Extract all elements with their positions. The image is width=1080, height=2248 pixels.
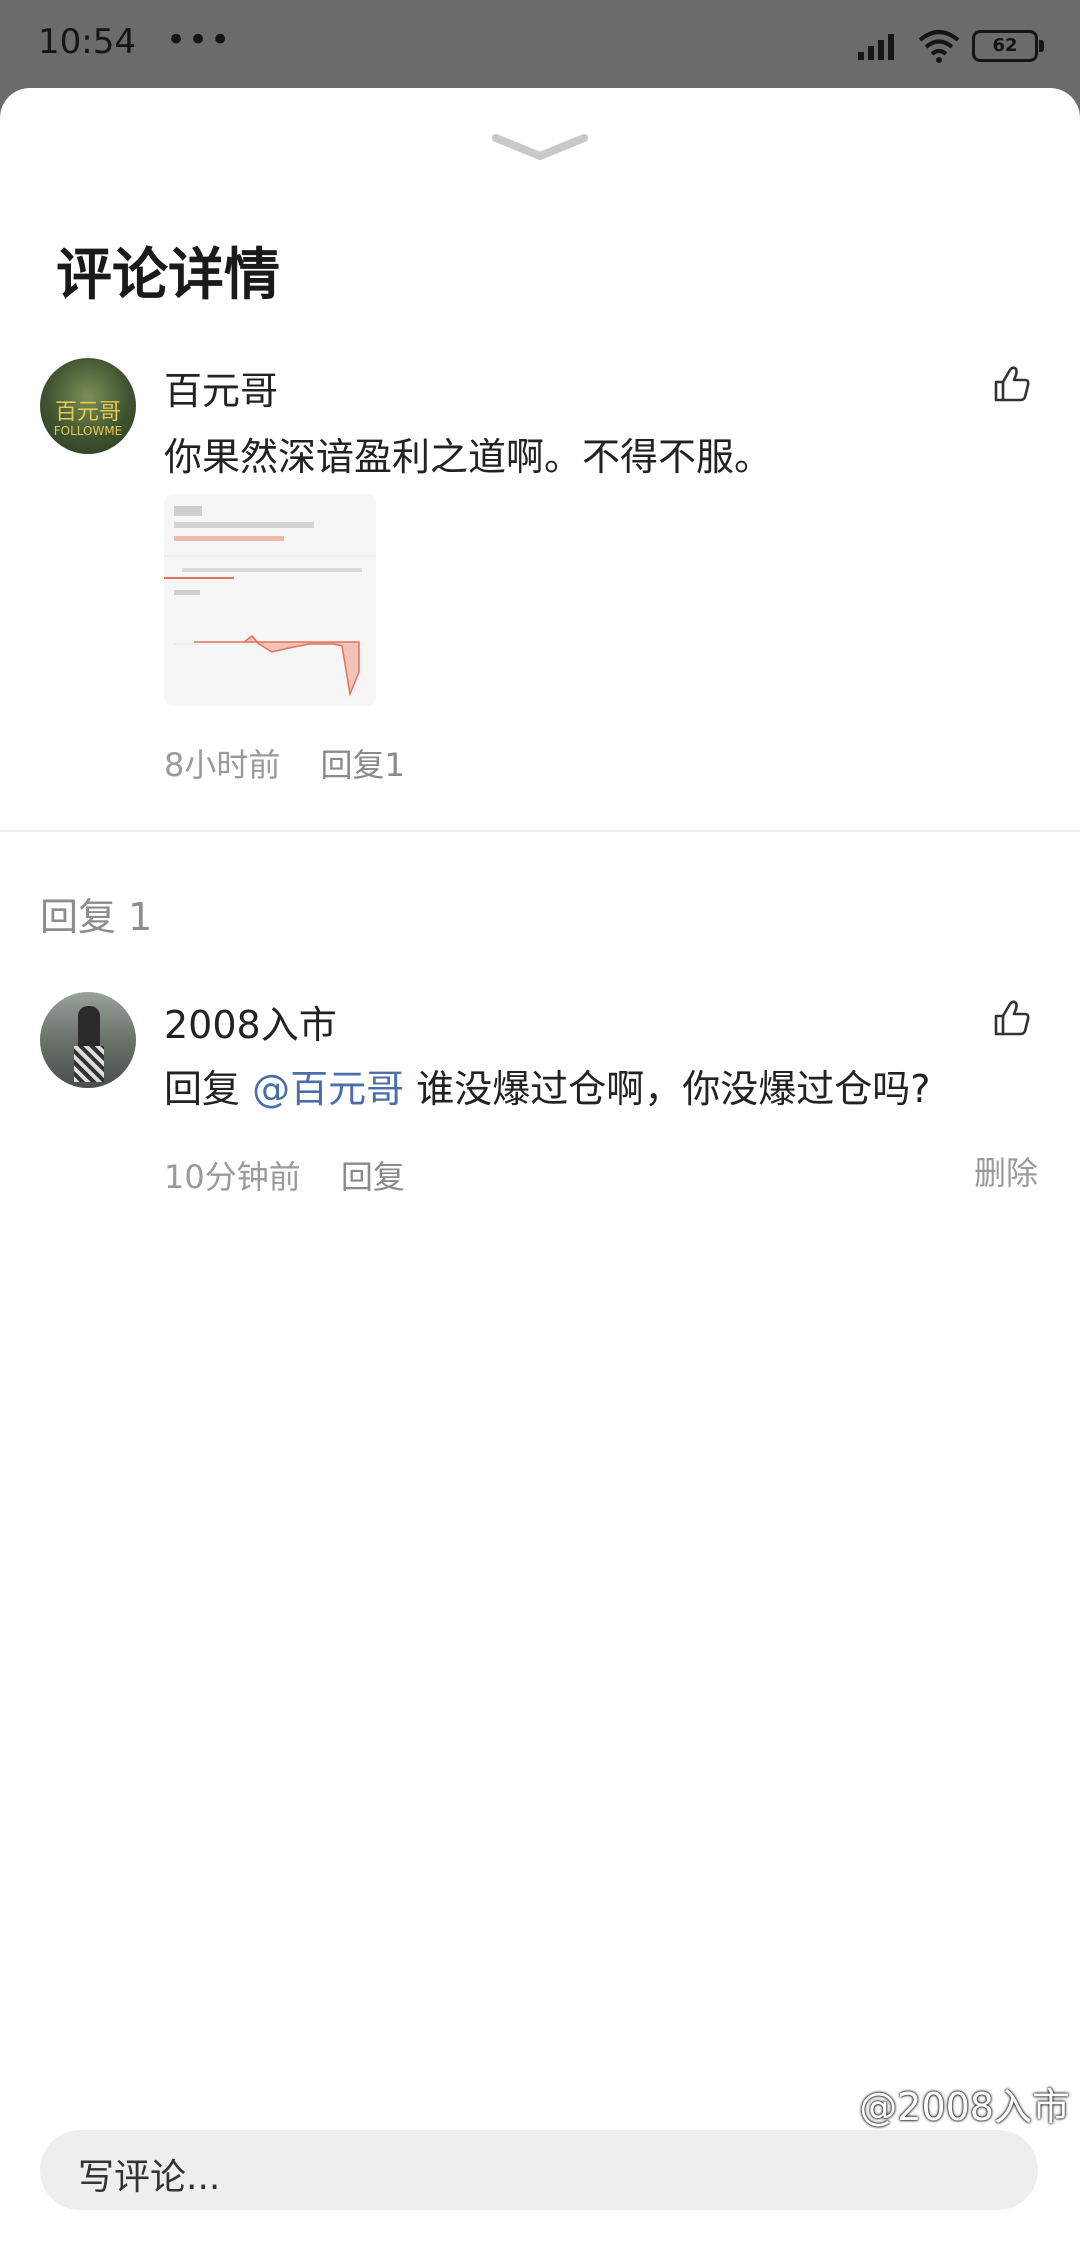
signal-icon — [858, 34, 894, 60]
thumbs-up-icon[interactable] — [992, 998, 1032, 1038]
comment-input[interactable]: 写评论... — [40, 2130, 1038, 2210]
avatar[interactable] — [40, 992, 136, 1088]
status-time: 10:54 — [38, 22, 136, 62]
reply-count-button[interactable]: 回复1 — [321, 746, 405, 784]
battery-icon: 62 — [972, 30, 1044, 62]
mention-link[interactable]: @百元哥 — [252, 1067, 404, 1111]
reply-text: 回复 @百元哥 谁没爆过仓啊，你没爆过仓吗? — [164, 1067, 931, 1111]
divider — [0, 830, 1080, 832]
attachment-image[interactable] — [164, 494, 376, 706]
reply-meta: 10分钟前 回复 — [164, 1152, 435, 1198]
chart-thumbnail — [164, 494, 376, 706]
comment-meta: 8小时前 回复1 — [164, 740, 435, 786]
more-dots-icon: ••• — [166, 20, 233, 60]
wifi-icon — [918, 30, 960, 63]
page-title: 评论详情 — [56, 243, 280, 308]
status-icons: 62 — [856, 26, 1046, 66]
chevron-down-icon[interactable] — [492, 130, 588, 170]
comment-detail-sheet: 评论详情 百元哥 FOLLOWME 百元哥 你果然深谙盈利之道啊。不得不服。 8… — [0, 88, 1080, 2248]
thumbs-up-icon[interactable] — [992, 364, 1032, 404]
delete-button[interactable]: 删除 — [974, 1148, 1038, 1194]
comment-time: 8小时前 — [164, 746, 281, 784]
comment-author[interactable]: 百元哥 — [164, 360, 278, 415]
status-bar: 10:54 ••• 62 — [0, 0, 1080, 90]
comment-input-placeholder: 写评论... — [78, 2157, 221, 2198]
avatar[interactable]: 百元哥 FOLLOWME — [40, 358, 136, 454]
replies-heading: 回复 1 — [40, 895, 153, 939]
watermark: @2008入市 — [825, 2076, 1070, 2131]
reply-time: 10分钟前 — [164, 1158, 301, 1196]
weibo-logo-icon — [831, 2092, 857, 2118]
reply-button[interactable]: 回复 — [341, 1158, 405, 1196]
comment-text: 你果然深谙盈利之道啊。不得不服。 — [164, 435, 773, 479]
reply-author[interactable]: 2008入市 — [164, 994, 337, 1049]
